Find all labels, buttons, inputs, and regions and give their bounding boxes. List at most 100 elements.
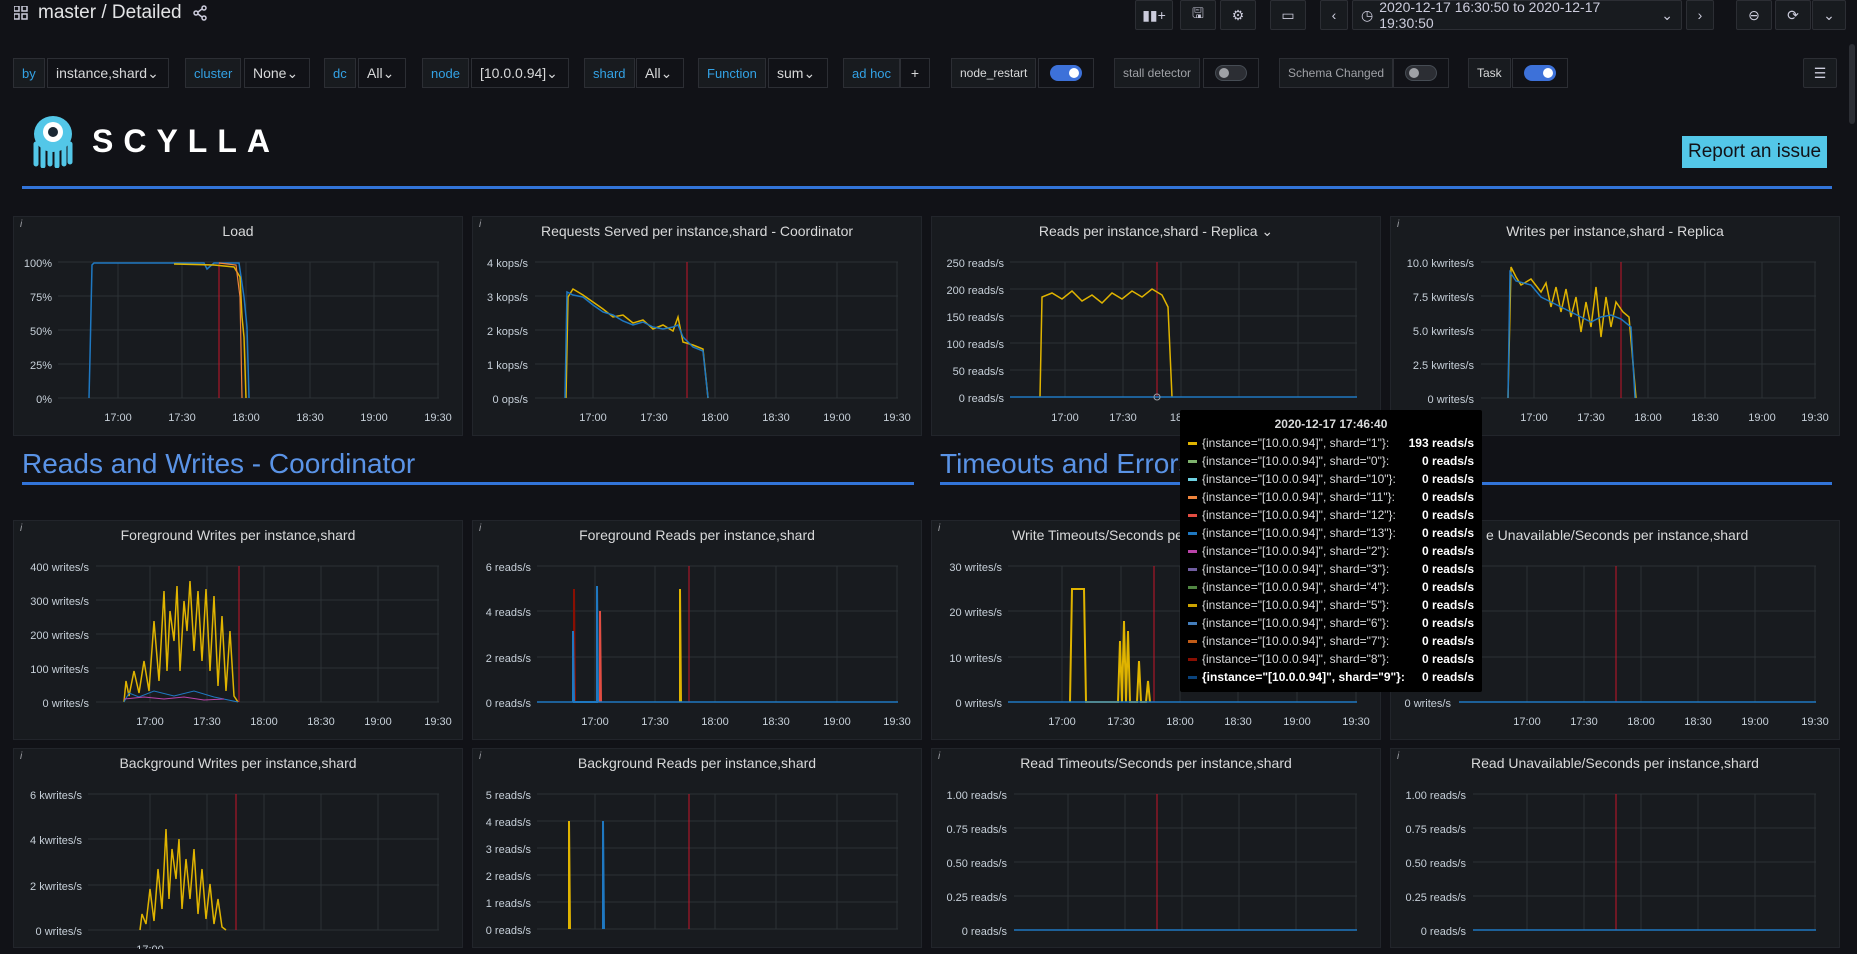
x-tick: 17:00 (579, 412, 607, 424)
panel-title[interactable]: Reads per instance,shard - Replica ⌄ (932, 223, 1380, 240)
node-restart-label: node_restart (951, 58, 1037, 88)
series-line (123, 696, 225, 701)
tooltip-series-value: 0 reads/s (1421, 580, 1474, 594)
panel-title: Background Reads per instance,shard (577, 755, 817, 771)
settings-button[interactable]: ⚙ (1220, 0, 1256, 30)
monitor-icon: ▭ (1281, 6, 1295, 23)
stall-detector-toggle[interactable] (1203, 58, 1259, 88)
chart-read-timeouts: 1.00 reads/s 0.75 reads/s 0.50 reads/s 0… (946, 790, 1357, 938)
schema-changed-label: Schema Changed (1279, 58, 1394, 88)
tooltip-row: {instance="[10.0.0.94]", shard="7"}: 0 re… (1188, 632, 1474, 650)
series-line (1507, 269, 1636, 399)
panel-title: Foreground Writes per instance,shard (120, 527, 356, 543)
y-tick: 30 writes/s (949, 562, 1002, 574)
info-icon[interactable]: i (938, 523, 940, 534)
panel-read-timeouts[interactable]: i Read Timeouts/Seconds per instance,sha… (931, 748, 1381, 948)
tooltip-row: {instance="[10.0.0.94]", shard="3"}: 0 re… (1188, 560, 1474, 578)
tooltip-series-label: {instance="[10.0.0.94]", shard="8"}: (1202, 652, 1390, 666)
task-toggle[interactable] (1512, 58, 1568, 88)
add-panel-button[interactable]: ▮▮+ (1135, 0, 1173, 30)
panel-title: Requests Served per instance,shard - Coo… (540, 223, 854, 239)
menu-button[interactable]: ☰ (1803, 58, 1837, 88)
tv-mode-button[interactable]: ▭ (1270, 0, 1306, 30)
tooltip-series-label: {instance="[10.0.0.94]", shard="4"}: (1202, 580, 1390, 594)
grid (537, 793, 898, 930)
var-dc-select[interactable]: All ⌄ (358, 58, 406, 88)
tooltip-row: {instance="[10.0.0.94]", shard="11"}: 0 r… (1188, 488, 1474, 506)
time-forward-button[interactable]: › (1686, 0, 1714, 30)
node-restart-toggle[interactable] (1038, 58, 1094, 88)
dashboard-title[interactable]: master / Detailed (14, 2, 208, 24)
x-tick: 17:00 (1520, 412, 1548, 424)
panel-requests-served[interactable]: i Requests Served per instance,shard - C… (472, 216, 922, 436)
x-tick: 18:30 (762, 412, 790, 424)
schema-changed-toggle[interactable] (1393, 58, 1449, 88)
time-picker[interactable]: ◷ 2020-12-17 16:30:50 to 2020-12-17 19:3… (1352, 0, 1682, 31)
series-color-swatch (1188, 531, 1197, 535)
panel-writes-replica[interactable]: i Writes per instance,shard - Replica 10… (1390, 216, 1840, 436)
zoom-out-icon: ⊖ (1748, 6, 1760, 23)
x-tick: 19:00 (364, 716, 392, 728)
y-tick: 75% (30, 292, 52, 304)
panel-foreground-reads[interactable]: i Foreground Reads per instance,shard 6 … (472, 520, 922, 740)
x-tick: 18:30 (307, 716, 335, 728)
x-tick: 17:30 (1109, 412, 1137, 424)
variables-bar: by instance,shard ⌄ cluster None ⌄ dc All ⌄… (0, 58, 1857, 90)
time-back-button[interactable]: ‹ (1320, 0, 1348, 30)
tooltip-row: {instance="[10.0.0.94]", shard="4"}: 0 re… (1188, 578, 1474, 596)
y-tick: 1.00 reads/s (946, 790, 1007, 802)
grid (1010, 261, 1357, 398)
var-by-select[interactable]: instance,shard ⌄ (47, 58, 169, 88)
var-node-value: [10.0.0.94] (480, 65, 547, 81)
tooltip-series-label: {instance="[10.0.0.94]", shard="6"}: (1202, 616, 1390, 630)
y-tick: 0% (36, 394, 52, 406)
x-tick: 17:30 (1107, 716, 1135, 728)
var-cluster-select[interactable]: None ⌄ (244, 58, 310, 88)
x-tick: 18:00 (1627, 716, 1655, 728)
y-tick: 2 kwrites/s (30, 881, 82, 893)
time-range-text: 2020-12-17 16:30:50 to 2020-12-17 19:30:… (1379, 0, 1601, 31)
section-title-rw-coordinator: Reads and Writes - Coordinator (22, 448, 416, 479)
y-tick: 100 reads/s (947, 339, 1005, 351)
x-tick: 19:00 (360, 412, 388, 424)
stall-detector-label: stall detector (1114, 58, 1201, 88)
panel-reads-replica[interactable]: Reads per instance,shard - Replica ⌄ 250… (931, 216, 1381, 436)
refresh-button[interactable]: ⟳ (1775, 0, 1811, 30)
panel-background-reads[interactable]: i Background Reads per instance,shard 5 … (472, 748, 922, 948)
y-tick: 0.75 reads/s (946, 824, 1007, 836)
graph-tooltip: 2020-12-17 17:46:40 {instance="[10.0.0.9… (1180, 410, 1482, 692)
dashboard-title-text[interactable]: master / Detailed (38, 2, 182, 24)
var-shard-select[interactable]: All ⌄ (636, 58, 684, 88)
y-tick: 0 writes/s (956, 698, 1003, 710)
report-issue-button[interactable]: Report an issue (1682, 136, 1828, 168)
var-node-select[interactable]: [10.0.0.94] ⌄ (471, 58, 569, 88)
series-color-swatch (1188, 549, 1197, 553)
panel-background-writes[interactable]: i Background Writes per instance,shard 6… (13, 748, 463, 954)
y-tick: 200 reads/s (947, 285, 1005, 297)
share-icon[interactable] (192, 5, 208, 21)
refresh-icon: ⟳ (1787, 6, 1799, 23)
tooltip-row: {instance="[10.0.0.94]", shard="8"}: 0 re… (1188, 650, 1474, 668)
y-tick: 100% (24, 258, 52, 270)
add-panel-icon: ▮▮+ (1142, 6, 1166, 23)
scrollbar[interactable] (1849, 44, 1855, 124)
tooltip-series-value: 0 reads/s (1421, 562, 1474, 576)
var-function-select[interactable]: sum ⌄ (768, 58, 828, 88)
series-color-swatch (1188, 675, 1197, 679)
refresh-interval-dropdown[interactable]: ⌄ (1812, 0, 1846, 30)
save-dashboard-button[interactable]: 🖫 (1180, 0, 1216, 30)
adhoc-add-button[interactable]: + (900, 58, 930, 88)
y-tick: 5.0 kwrites/s (1413, 326, 1475, 338)
x-tick: 19:30 (1801, 412, 1829, 424)
panel-load[interactable]: i Load 100% 75% 50% 25% 0% 17:00 17:30 1… (13, 216, 463, 436)
panel-foreground-writes[interactable]: i Foreground Writes per instance,shard 4… (13, 520, 463, 740)
panel-read-unavailable[interactable]: i Read Unavailable/Seconds per instance,… (1390, 748, 1840, 948)
var-function-value: sum (777, 65, 804, 81)
y-tick: 400 writes/s (30, 562, 89, 574)
tooltip-series-value: 0 reads/s (1421, 634, 1474, 648)
chevron-down-icon: ⌄ (660, 64, 673, 81)
x-tick: 19:30 (1342, 716, 1370, 728)
y-tick: 100 writes/s (30, 664, 89, 676)
y-tick: 0.50 reads/s (1405, 858, 1466, 870)
zoom-out-button[interactable]: ⊖ (1736, 0, 1772, 30)
